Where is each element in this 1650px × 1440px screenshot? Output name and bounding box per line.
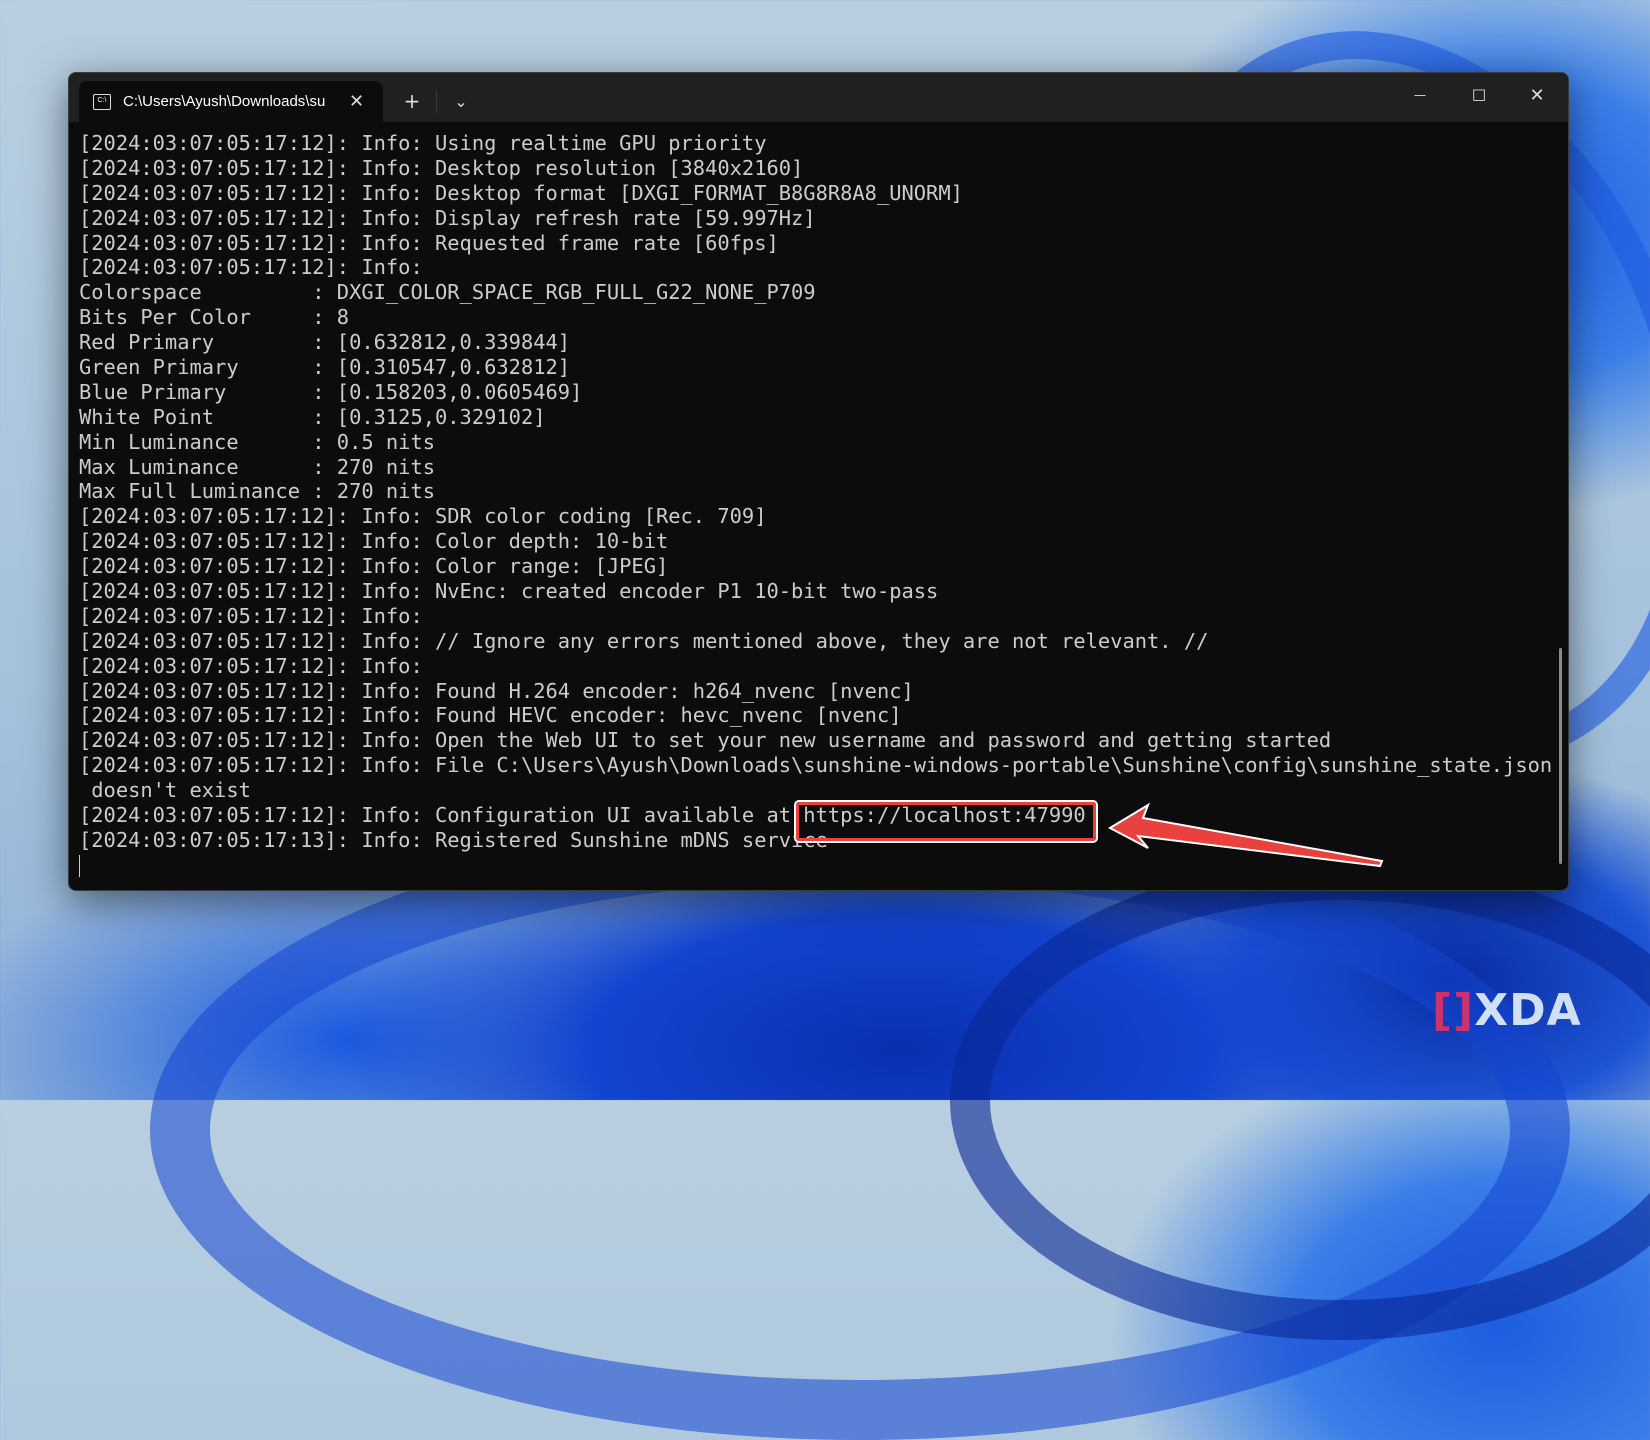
xda-watermark-logo: []XDA xyxy=(1432,985,1582,1036)
annotation-arrow-icon xyxy=(1107,802,1384,868)
